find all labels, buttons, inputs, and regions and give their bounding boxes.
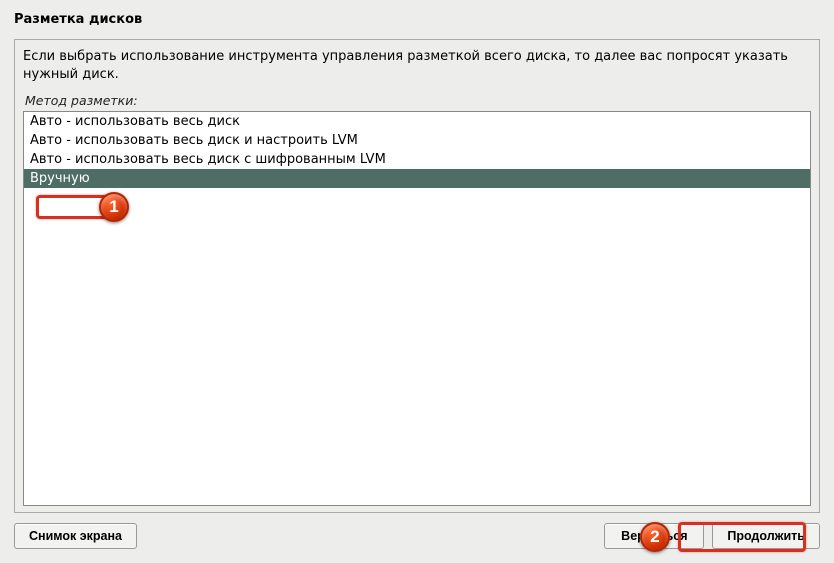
right-buttons: Вернуться Продолжить [604, 523, 820, 549]
button-row: Снимок экрана Вернуться Продолжить [14, 513, 820, 549]
list-item[interactable]: Авто - использовать весь диск и настроит… [24, 131, 810, 150]
content-frame: Если выбрать использование инструмента у… [14, 39, 820, 513]
list-item[interactable]: Авто - использовать весь диск [24, 112, 810, 131]
marker-2: 2 [640, 522, 670, 552]
dialog-title: Разметка дисков [14, 8, 820, 39]
partition-dialog: Разметка дисков Если выбрать использован… [0, 0, 834, 563]
marker-1: 1 [99, 192, 129, 222]
partition-method-listbox[interactable]: Авто - использовать весь диск Авто - исп… [23, 111, 811, 506]
screenshot-button[interactable]: Снимок экрана [14, 523, 137, 549]
list-item-manual[interactable]: Вручную [24, 169, 810, 188]
list-item[interactable]: Авто - использовать весь диск с шифрован… [24, 150, 810, 169]
instruction-text: Если выбрать использование инструмента у… [23, 46, 811, 93]
continue-button[interactable]: Продолжить [712, 523, 820, 549]
method-label: Метод разметки: [23, 93, 811, 111]
